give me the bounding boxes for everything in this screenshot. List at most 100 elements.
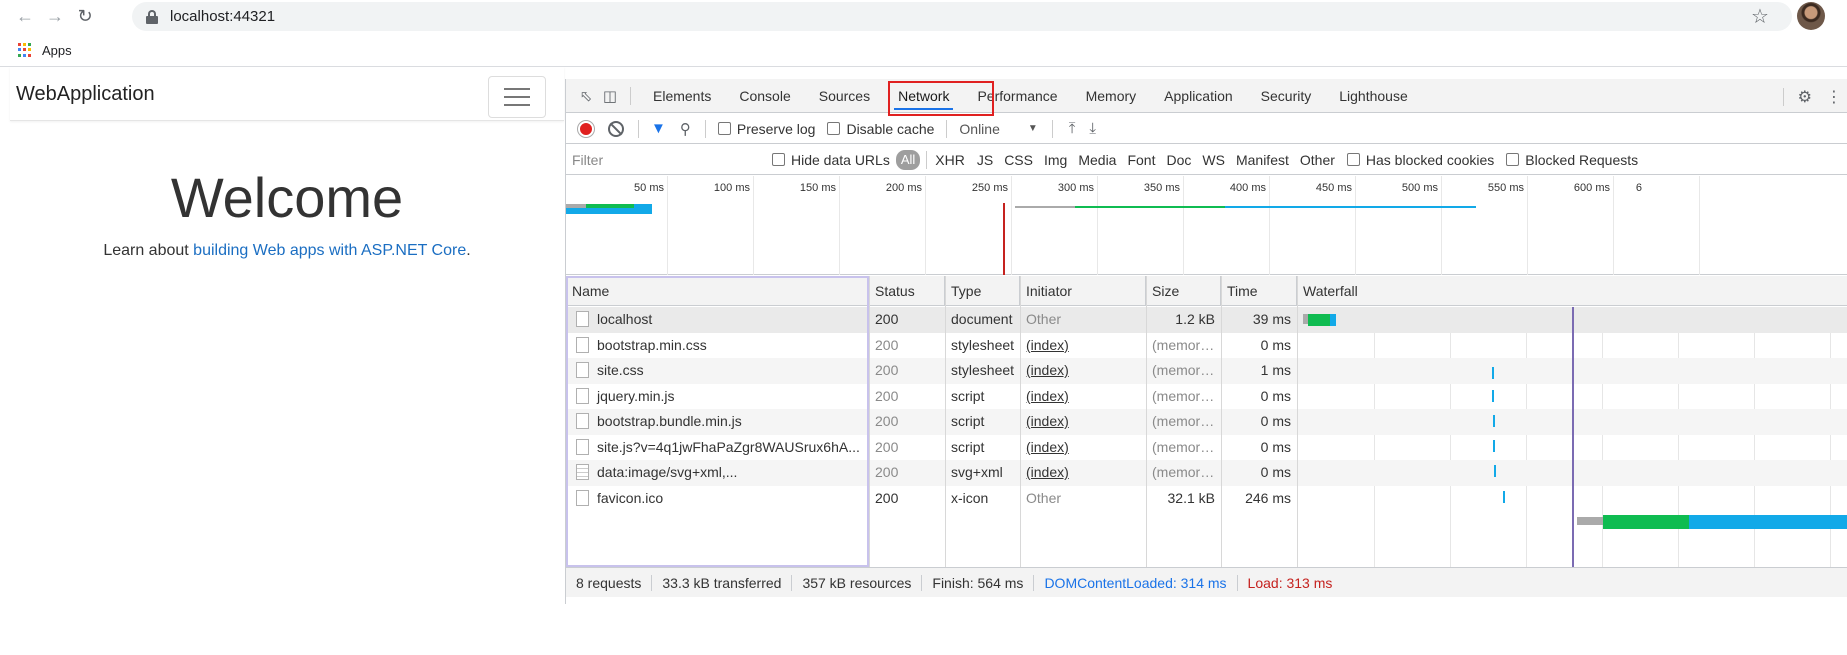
request-time: 246 ms: [1245, 489, 1291, 506]
tab-sources[interactable]: Sources: [805, 79, 884, 113]
type-filter-img[interactable]: Img: [1044, 152, 1067, 168]
hide-data-urls-toggle[interactable]: Hide data URLs: [772, 152, 890, 168]
overview-gridline: [925, 176, 926, 275]
tabbar-separator: [630, 86, 631, 105]
waterfall-bar: [1493, 415, 1495, 427]
device-toolbar-icon[interactable]: ◫: [598, 86, 622, 106]
column-type[interactable]: Type: [945, 276, 1020, 306]
inspect-element-icon[interactable]: ⬁: [574, 86, 598, 106]
aspnet-docs-link[interactable]: building Web apps with ASP.NET Core: [193, 242, 466, 259]
table-row[interactable]: site.js?v=4q1jwFhaPaZgr8WAUSrux6hA... 20…: [566, 435, 1847, 461]
tab-console[interactable]: Console: [725, 79, 804, 113]
request-name[interactable]: data:image/svg+xml,...: [566, 460, 869, 486]
type-filter-other[interactable]: Other: [1300, 152, 1335, 168]
url-text[interactable]: localhost:44321: [170, 8, 275, 25]
type-filter-media[interactable]: Media: [1078, 152, 1116, 168]
filter-icon[interactable]: ▼: [651, 120, 666, 137]
has-blocked-cookies-checkbox[interactable]: [1346, 153, 1360, 166]
type-filter-ws[interactable]: WS: [1202, 152, 1225, 168]
lock-icon[interactable]: [146, 9, 158, 24]
request-initiator-link[interactable]: (index): [1020, 409, 1146, 435]
settings-gear-icon[interactable]: ⚙: [1798, 87, 1812, 107]
tab-security[interactable]: Security: [1247, 79, 1326, 113]
table-row[interactable]: jquery.min.js 200 script (index) (memory…: [566, 384, 1847, 410]
web-page: WebApplication Welcome Learn about build…: [10, 67, 564, 655]
column-initiator[interactable]: Initiator: [1020, 276, 1146, 306]
search-icon[interactable]: ⚲: [680, 120, 691, 138]
blocked-requests-toggle[interactable]: Blocked Requests: [1506, 152, 1638, 168]
network-overview[interactable]: 50 ms 100 ms 150 ms 200 ms 250 ms 300 ms…: [566, 176, 1847, 275]
avatar[interactable]: [1797, 2, 1825, 30]
table-row[interactable]: bootstrap.bundle.min.js 200 script (inde…: [566, 409, 1847, 435]
tab-lighthouse[interactable]: Lighthouse: [1325, 79, 1422, 113]
back-button[interactable]: ←: [10, 2, 40, 32]
type-filter-xhr[interactable]: XHR: [935, 152, 965, 168]
request-name[interactable]: bootstrap.min.css: [566, 333, 869, 359]
request-name-text: site.js?v=4q1jwFhaPaZgr8WAUSrux6hA...: [597, 438, 860, 455]
waterfall-bar-favicon-receive: [1689, 515, 1847, 529]
type-filter-doc[interactable]: Doc: [1166, 152, 1191, 168]
request-initiator-link[interactable]: (index): [1020, 384, 1146, 410]
apps-grid-icon[interactable]: [18, 42, 33, 58]
table-row[interactable]: data:image/svg+xml,... 200 svg+xml (inde…: [566, 460, 1847, 486]
request-initiator-link[interactable]: (index): [1020, 358, 1146, 384]
table-row[interactable]: localhost 200 document Other 1.2 kB 39 m…: [566, 307, 1847, 333]
request-initiator-link[interactable]: (index): [1020, 333, 1146, 359]
clear-icon[interactable]: [608, 120, 624, 137]
column-waterfall[interactable]: Waterfall: [1297, 276, 1847, 306]
request-name[interactable]: favicon.ico: [566, 486, 869, 512]
disable-cache-toggle[interactable]: Disable cache: [827, 121, 934, 137]
preserve-log-checkbox[interactable]: [717, 122, 731, 135]
request-initiator: Other: [1026, 489, 1062, 506]
filter-input[interactable]: Filter: [572, 149, 772, 171]
type-filter-font[interactable]: Font: [1127, 152, 1155, 168]
hide-data-urls-checkbox[interactable]: [772, 153, 785, 166]
forward-button[interactable]: →: [40, 2, 70, 32]
export-har-icon[interactable]: ⤓: [1089, 120, 1096, 137]
preserve-log-toggle[interactable]: Preserve log: [717, 121, 815, 137]
request-name-text: data:image/svg+xml,...: [597, 464, 738, 480]
request-name[interactable]: site.js?v=4q1jwFhaPaZgr8WAUSrux6hA...: [566, 435, 869, 461]
waterfall-bar: [1492, 367, 1494, 379]
navbar-toggle-button[interactable]: [488, 76, 546, 118]
apps-bookmark[interactable]: Apps: [42, 43, 72, 58]
learn-prefix: Learn about: [103, 242, 194, 259]
has-blocked-cookies-toggle[interactable]: Has blocked cookies: [1346, 152, 1494, 168]
address-bar[interactable]: localhost:44321: [132, 2, 1792, 31]
overview-gridline: [839, 176, 840, 275]
type-filter-js[interactable]: JS: [977, 152, 993, 168]
request-type: stylesheet: [951, 362, 1015, 378]
column-divider: [1146, 276, 1147, 567]
tab-elements[interactable]: Elements: [639, 79, 725, 113]
tab-application[interactable]: Application: [1150, 79, 1247, 113]
record-button[interactable]: [578, 120, 594, 137]
blocked-requests-checkbox[interactable]: [1506, 153, 1520, 166]
reload-button[interactable]: ↻: [70, 2, 100, 32]
site-brand[interactable]: WebApplication: [16, 83, 155, 106]
more-options-icon[interactable]: ⋮: [1826, 87, 1842, 107]
request-initiator-link[interactable]: (index): [1020, 460, 1146, 486]
type-filter-all[interactable]: All: [895, 149, 921, 170]
bookmark-star-icon[interactable]: ☆: [1751, 4, 1769, 29]
table-row[interactable]: bootstrap.min.css 200 stylesheet (index)…: [566, 333, 1847, 359]
column-name[interactable]: Name: [566, 276, 869, 306]
request-name[interactable]: site.css: [566, 358, 869, 384]
tab-memory[interactable]: Memory: [1072, 79, 1151, 113]
column-time[interactable]: Time: [1221, 276, 1297, 306]
devtools-right-controls: ⚙ ⋮: [1782, 87, 1842, 107]
request-name[interactable]: localhost: [566, 307, 869, 333]
request-name[interactable]: bootstrap.bundle.min.js: [566, 409, 869, 435]
table-row[interactable]: favicon.ico 200 x-icon Other 32.1 kB 246…: [566, 486, 1847, 512]
request-initiator-link[interactable]: (index): [1020, 435, 1146, 461]
request-size: (memory ...: [1152, 438, 1221, 455]
disable-cache-checkbox[interactable]: [827, 122, 841, 135]
throttling-select[interactable]: Online ▼: [959, 121, 1037, 137]
column-status[interactable]: Status: [869, 276, 945, 306]
column-size[interactable]: Size: [1146, 276, 1221, 306]
table-row[interactable]: site.css 200 stylesheet (index) (memory …: [566, 358, 1847, 384]
request-name[interactable]: jquery.min.js: [566, 384, 869, 410]
type-filter-manifest[interactable]: Manifest: [1236, 152, 1289, 168]
import-har-icon[interactable]: ⤒: [1069, 120, 1076, 137]
request-time: 0 ms: [1260, 413, 1291, 429]
type-filter-css[interactable]: CSS: [1004, 152, 1033, 168]
